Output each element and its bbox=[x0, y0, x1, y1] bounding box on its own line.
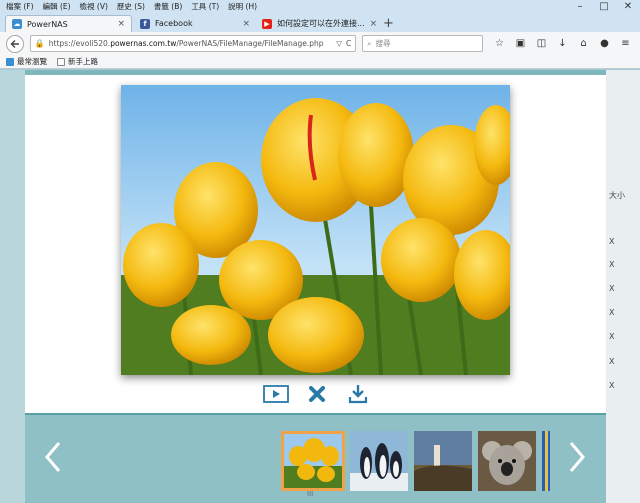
thumbnail-lighthouse[interactable] bbox=[414, 431, 472, 491]
column-header: 大小 bbox=[609, 191, 625, 200]
clipboard-icon[interactable]: ▣ bbox=[512, 35, 529, 52]
gear-icon bbox=[6, 57, 14, 66]
url-dropdown-icon[interactable]: ▽ bbox=[336, 39, 342, 48]
tab-title: PowerNAS bbox=[27, 19, 68, 29]
window-controls: – □ ✕ bbox=[568, 0, 640, 13]
menu-view[interactable]: 檢視 (V) bbox=[80, 1, 108, 12]
menu-edit[interactable]: 編輯 (E) bbox=[43, 1, 71, 12]
background-file-list: 大小 X X X X X X X bbox=[606, 70, 640, 503]
delete-button[interactable] bbox=[303, 383, 331, 405]
thumbnail-penguins[interactable] bbox=[350, 431, 408, 491]
main-photo-tulips bbox=[121, 85, 510, 375]
back-arrow-icon bbox=[10, 39, 19, 48]
tab-bar: ☁ PowerNAS × f Facebook × ▶ 如何設定可以在外連接..… bbox=[0, 13, 640, 32]
chevron-left-icon bbox=[45, 442, 61, 472]
pocket-icon[interactable]: ◫ bbox=[533, 35, 550, 52]
reload-icon[interactable]: C bbox=[346, 39, 351, 48]
thumbnail-tulips[interactable] bbox=[281, 431, 345, 491]
address-bar[interactable]: 🔒 https://evoli520.powernas.com.tw/Power… bbox=[29, 35, 357, 52]
tab-title: 如何設定可以在外連接... bbox=[277, 19, 365, 28]
menu-history[interactable]: 歷史 (S) bbox=[117, 1, 145, 12]
row-delete-icon: X bbox=[609, 357, 615, 366]
menu-bar: 檔案 (F) 編輯 (E) 檢視 (V) 歷史 (S) 書籤 (B) 工具 (T… bbox=[0, 0, 640, 13]
row-delete-icon: X bbox=[609, 308, 615, 317]
lock-icon: 🔒 bbox=[34, 39, 45, 48]
menu-help[interactable]: 說明 (H) bbox=[228, 1, 257, 12]
close-icon bbox=[309, 386, 325, 402]
search-field[interactable]: ⌕ 搜尋 bbox=[362, 35, 483, 52]
facebook-icon: f bbox=[140, 18, 150, 29]
background-left-panel bbox=[0, 70, 25, 503]
thumbnail-strip bbox=[25, 413, 606, 503]
next-button[interactable] bbox=[562, 437, 592, 477]
bookmark-most-visited[interactable]: 最常瀏覽 bbox=[6, 56, 47, 67]
chevron-right-icon bbox=[569, 442, 585, 472]
scrollbar-grip[interactable]: III bbox=[307, 490, 313, 498]
new-tab-button[interactable]: + bbox=[383, 16, 394, 31]
download-button[interactable] bbox=[344, 383, 372, 405]
tab-youtube[interactable]: ▶ 如何設定可以在外連接... × bbox=[256, 15, 380, 32]
tab-powernas[interactable]: ☁ PowerNAS × bbox=[5, 15, 132, 32]
window-close-button[interactable]: ✕ bbox=[616, 0, 640, 13]
tab-close-icon[interactable]: × bbox=[117, 19, 125, 29]
menu-tools[interactable]: 工具 (T) bbox=[191, 1, 219, 12]
thumbnail-partial[interactable] bbox=[542, 431, 550, 491]
download-icon bbox=[348, 385, 368, 404]
tab-title: Facebook bbox=[155, 19, 193, 28]
back-button[interactable] bbox=[6, 34, 24, 53]
download-icon[interactable]: ↓ bbox=[554, 35, 571, 52]
navigation-bar: 🔒 https://evoli520.powernas.com.tw/Power… bbox=[0, 32, 640, 55]
chat-icon[interactable]: ● bbox=[596, 35, 613, 52]
play-icon bbox=[263, 385, 289, 403]
page-icon bbox=[57, 57, 65, 66]
tab-close-icon[interactable]: × bbox=[370, 19, 378, 29]
cloud-icon: ☁ bbox=[12, 19, 22, 29]
previous-button[interactable] bbox=[38, 437, 68, 477]
thumbnail-koala[interactable] bbox=[478, 431, 536, 491]
row-delete-icon: X bbox=[609, 284, 615, 293]
bookmark-getting-started[interactable]: 新手上路 bbox=[57, 56, 98, 67]
minimize-button[interactable]: – bbox=[568, 0, 592, 13]
star-icon[interactable]: ☆ bbox=[491, 35, 508, 52]
search-icon: ⌕ bbox=[367, 38, 372, 48]
bookmark-label: 新手上路 bbox=[68, 57, 98, 66]
menu-file[interactable]: 檔案 (F) bbox=[6, 1, 34, 12]
bookmark-label: 最常瀏覽 bbox=[17, 57, 47, 66]
bookmarks-bar: 最常瀏覽 新手上路 bbox=[0, 55, 640, 69]
lightbox-panel bbox=[25, 75, 606, 413]
tab-facebook[interactable]: f Facebook × bbox=[134, 15, 256, 32]
page-content: 大小 X X X X X X X bbox=[0, 70, 640, 503]
url-text[interactable]: https://evoli520.powernas.com.tw/PowerNA… bbox=[49, 39, 332, 48]
search-placeholder: 搜尋 bbox=[375, 39, 391, 48]
maximize-button[interactable]: □ bbox=[592, 0, 616, 13]
row-delete-icon: X bbox=[609, 332, 615, 341]
hamburger-menu-icon[interactable]: ≡ bbox=[617, 35, 634, 52]
youtube-icon: ▶ bbox=[262, 18, 272, 29]
row-delete-icon: X bbox=[609, 260, 615, 269]
lightbox-controls bbox=[262, 382, 372, 406]
home-icon[interactable]: ⌂ bbox=[575, 35, 592, 52]
row-delete-icon: X bbox=[609, 381, 615, 390]
row-delete-icon: X bbox=[609, 237, 615, 246]
toolbar-icons: ☆ ▣ ◫ ↓ ⌂ ● ≡ bbox=[491, 35, 634, 52]
menu-bookmarks[interactable]: 書籤 (B) bbox=[154, 1, 182, 12]
slideshow-play-button[interactable] bbox=[262, 383, 290, 405]
tab-close-icon[interactable]: × bbox=[242, 19, 250, 29]
